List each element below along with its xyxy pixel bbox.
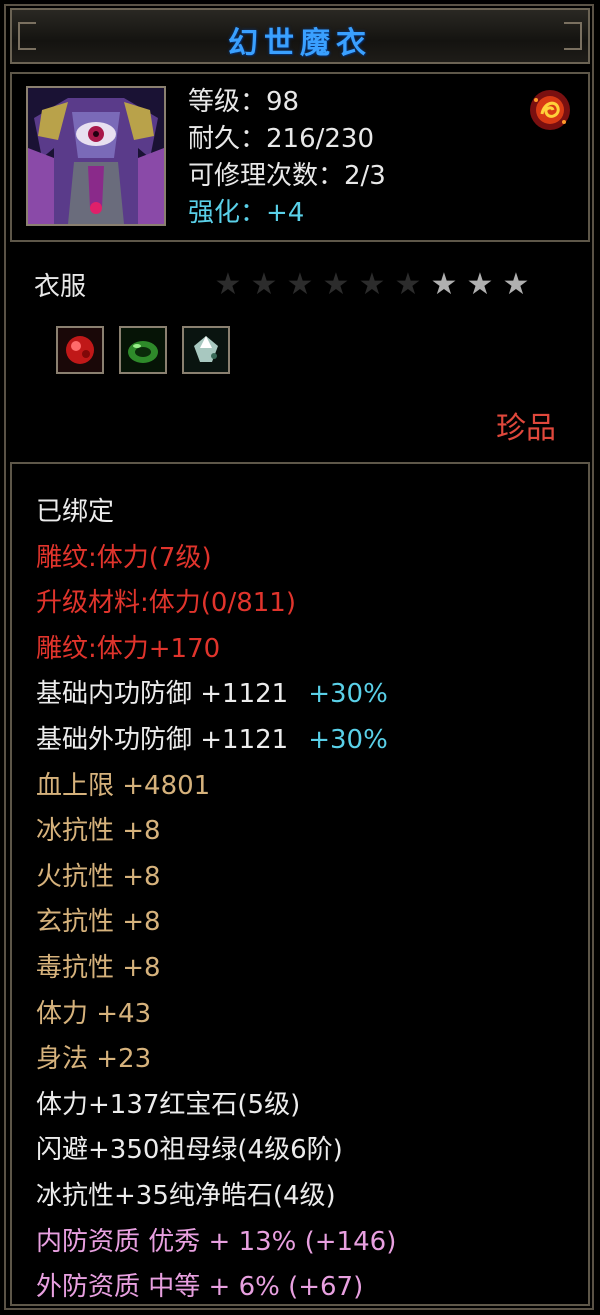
- attribute-line: 雕纹:体力+170: [36, 627, 396, 673]
- attribute-text: 闪避+350祖母绿(4级6阶): [36, 1135, 343, 1166]
- attribute-panel: 已绑定雕纹:体力(7级) 升级材料:体力(0/811) 雕纹:体力+170 基础内功防…: [10, 462, 590, 1306]
- ruby-gem-icon[interactable]: [56, 326, 104, 374]
- star-icon: ★: [394, 267, 422, 302]
- attribute-text: 体力+137红宝石(5级): [36, 1089, 301, 1120]
- star-icon: ★: [358, 267, 386, 302]
- star-icon: ★: [466, 267, 494, 302]
- item-stats: 等级：98 耐久：216/230 可修理次数：2/3 强化：+4: [188, 84, 386, 232]
- attribute-line: 身法 +23: [36, 1037, 396, 1083]
- attribute-text: 毒抗性 +8: [36, 952, 161, 983]
- attribute-text: 雕纹:体力(7级): [36, 542, 212, 573]
- star-icon: ★: [502, 267, 530, 302]
- attribute-bonus: +30%: [308, 724, 388, 755]
- diamond-gem-icon[interactable]: [182, 326, 231, 374]
- attribute-line: 体力+137红宝石(5级): [36, 1083, 396, 1129]
- attribute-text: 冰抗性+35纯净皓石(4级): [36, 1180, 336, 1211]
- attribute-line: 毒抗性 +8: [36, 946, 396, 992]
- level-text: 等级：98: [188, 87, 300, 117]
- attribute-line: 已绑定: [36, 490, 396, 536]
- star-icon: ★: [430, 267, 458, 302]
- attribute-text: 体力 +43: [36, 998, 152, 1029]
- attribute-bonus: +30%: [308, 679, 388, 710]
- attribute-line: 闪避+350祖母绿(4级6阶): [36, 1128, 396, 1174]
- attribute-line: 基础外功防御 +1121 +30%: [36, 718, 396, 764]
- attribute-line: 冰抗性+35纯净皓石(4级): [36, 1174, 396, 1220]
- attribute-line: 玄抗性 +8: [36, 900, 396, 946]
- info-panel: 等级：98 耐久：216/230 可修理次数：2/3 强化：+4: [10, 72, 590, 242]
- item-name: 幻世魔衣: [228, 26, 372, 61]
- item-portrait-icon: [26, 86, 166, 226]
- attribute-line: 火抗性 +8: [36, 855, 396, 901]
- attribute-text: 雕纹:体力+170: [36, 633, 221, 664]
- attribute-text: 基础外功防御 +1121: [36, 724, 289, 755]
- attribute-text: 内防资质 优秀 + 13% (+146): [36, 1226, 397, 1257]
- socketed-gems: [56, 326, 240, 374]
- star-icon: ★: [322, 267, 350, 302]
- attribute-list: 已绑定雕纹:体力(7级) 升级材料:体力(0/811) 雕纹:体力+170 基础内功防…: [36, 490, 396, 1311]
- item-category: 衣服: [34, 272, 87, 302]
- star-icon: ★: [286, 267, 314, 302]
- repair-count-text: 可修理次数：2/3: [188, 161, 386, 191]
- attribute-line: 内防资质 优秀 + 13% (+146): [36, 1220, 396, 1266]
- attribute-text: 冰抗性 +8: [36, 816, 161, 847]
- attribute-line: 外防资质 中等 + 6% (+67): [36, 1265, 396, 1311]
- star-icon: ★: [214, 267, 242, 302]
- durability-text: 耐久：216/230: [188, 124, 375, 154]
- attribute-line: 体力 +43: [36, 992, 396, 1038]
- title-bar: 幻世魔衣: [10, 8, 590, 64]
- quality-label: 珍品: [496, 411, 556, 446]
- fire-orb-icon: [526, 86, 574, 134]
- attribute-text: 身法 +23: [36, 1044, 152, 1075]
- attribute-text: 外防资质 中等 + 6% (+67): [36, 1272, 364, 1303]
- attribute-text: 血上限 +4801: [36, 770, 211, 801]
- attribute-line: 雕纹:体力(7级): [36, 536, 396, 582]
- attribute-text: 基础内功防御 +1121: [36, 679, 289, 710]
- attribute-line: 升级材料:体力(0/811): [36, 581, 396, 627]
- attribute-text: 升级材料:体力(0/811): [36, 588, 296, 619]
- attribute-line: 血上限 +4801: [36, 764, 396, 810]
- star-icon: ★: [250, 267, 278, 302]
- attribute-line: 基础内功防御 +1121 +30%: [36, 672, 396, 718]
- emerald-gem-icon[interactable]: [119, 326, 168, 374]
- attribute-text: 玄抗性 +8: [36, 907, 161, 938]
- enhance-text: 强化：+4: [188, 198, 305, 228]
- attribute-text: 火抗性 +8: [36, 861, 161, 892]
- star-rating: ★ ★ ★ ★ ★ ★ ★ ★ ★: [210, 268, 534, 302]
- attribute-text: 已绑定: [36, 497, 115, 527]
- attribute-line: 冰抗性 +8: [36, 809, 396, 855]
